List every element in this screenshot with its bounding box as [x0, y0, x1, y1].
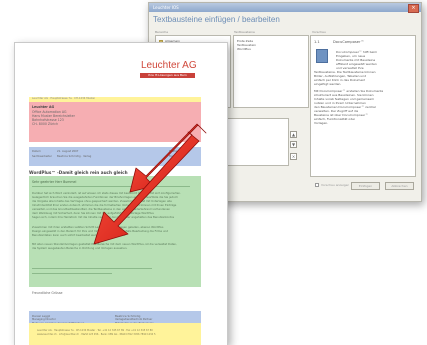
- red-arrows: [93, 123, 207, 245]
- arrow-to-content-bottom: [93, 131, 200, 245]
- arrow-to-content-top: [129, 123, 207, 193]
